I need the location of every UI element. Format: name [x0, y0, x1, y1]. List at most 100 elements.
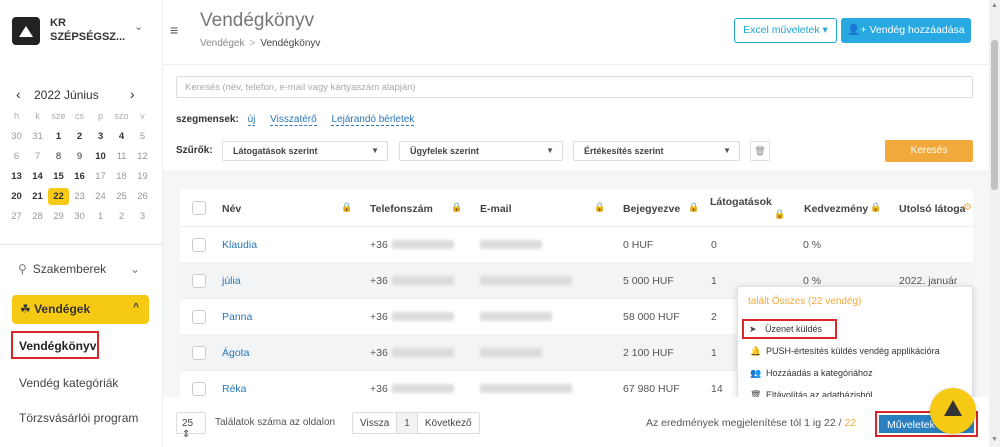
calendar-day[interactable]: 23 — [69, 188, 90, 205]
sales-filter-select[interactable]: Értékesítés szerint ▼ — [573, 141, 740, 161]
search-input[interactable]: Keresés (név, telefon, e-mail vagy kárty… — [176, 76, 973, 98]
calendar-day-today[interactable]: 22 — [48, 188, 69, 205]
calendar-day[interactable]: 13 — [6, 168, 27, 185]
calendar-day[interactable]: 15 — [48, 168, 69, 185]
calendar-day[interactable]: 11 — [111, 148, 132, 165]
calendar-day[interactable]: 29 — [48, 208, 69, 225]
calendar-day[interactable]: 26 — [132, 188, 153, 205]
calendar-day[interactable]: 12 — [132, 148, 153, 165]
cell-name[interactable]: Ágota — [222, 347, 249, 359]
lock-icon: 🔒 — [774, 209, 786, 219]
visits-filter-value: Látogatások szerint — [233, 146, 318, 156]
calendar-day[interactable]: 3 — [90, 128, 111, 145]
segment-new[interactable]: új — [247, 114, 256, 126]
column-header-discount[interactable]: Kedvezmény — [804, 203, 868, 215]
visits-filter-select[interactable]: Látogatások szerint ▼ — [222, 141, 388, 161]
calendar-day[interactable]: 4 — [111, 128, 132, 145]
calendar-day[interactable]: 14 — [27, 168, 48, 185]
cell-registered: 58 000 HUF — [623, 311, 680, 323]
row-checkbox[interactable] — [192, 346, 206, 360]
calendar-day[interactable]: 2 — [111, 208, 132, 225]
calendar-prev-icon[interactable]: ‹ — [16, 86, 21, 102]
cell-name[interactable]: júlia — [222, 275, 241, 287]
calendar-day[interactable]: 19 — [132, 168, 153, 185]
cell-visits: 2 — [711, 311, 717, 323]
scrollbar-thumb[interactable] — [991, 40, 998, 190]
lock-icon: 🔒 — [341, 202, 353, 212]
calendar-day[interactable]: 30 — [6, 128, 27, 145]
calendar-day[interactable]: 28 — [27, 208, 48, 225]
sidebar-item-guestbook[interactable]: Vendégkönyv — [11, 331, 99, 359]
add-guest-button[interactable]: 👤+ Vendég hozzáadása — [841, 18, 971, 43]
calendar-day[interactable]: 17 — [90, 168, 111, 185]
brand-switcher[interactable]: KR SZÉPSÉGSZ... ⌄ — [12, 14, 157, 50]
scroll-down-icon[interactable]: ▼ — [989, 436, 1000, 443]
calendar-day[interactable]: 1 — [48, 128, 69, 145]
cell-name[interactable]: Réka — [222, 383, 247, 395]
sidebar-item-specialists[interactable]: ⚲ Szakemberek ⌄ — [18, 262, 146, 282]
add-user-icon: 👤+ — [847, 24, 870, 36]
bell-icon: 🔔 — [750, 346, 762, 356]
calendar-day[interactable]: 6 — [6, 148, 27, 165]
next-page-button[interactable]: Következő — [418, 413, 479, 433]
calendar-day[interactable]: 9 — [69, 148, 90, 165]
row-checkbox[interactable] — [192, 310, 206, 324]
column-header-name[interactable]: Név — [222, 203, 241, 215]
app-logo-fab[interactable] — [930, 388, 976, 434]
calendar-day[interactable]: 20 — [6, 188, 27, 205]
calendar-day[interactable]: 8 — [48, 148, 69, 165]
column-header-visits[interactable]: Látogatások — [710, 196, 772, 208]
prev-page-button[interactable]: Vissza — [353, 413, 398, 433]
segment-returning[interactable]: Visszatérő — [270, 114, 317, 126]
calendar-day[interactable]: 18 — [111, 168, 132, 185]
breadcrumb-parent[interactable]: Vendégek — [200, 38, 245, 49]
search-button[interactable]: Keresés — [885, 140, 973, 162]
calendar-next-icon[interactable]: › — [130, 86, 135, 102]
calendar-day[interactable]: 25 — [111, 188, 132, 205]
send-message-item[interactable]: ➤ Üzenet küldés — [742, 319, 837, 339]
sidebar-item-categories[interactable]: Vendég kategóriák — [19, 376, 118, 390]
sidebar-item-loyalty[interactable]: Törzsvásárlói program — [19, 411, 138, 425]
calendar-day[interactable]: 16 — [69, 168, 90, 185]
calendar-day[interactable]: 10 — [90, 148, 111, 165]
calendar-day[interactable]: 7 — [27, 148, 48, 165]
chevron-up-icon: ^ — [133, 302, 139, 313]
add-to-category-item[interactable]: 👥 Hozzáadás a kategóriához — [750, 368, 873, 379]
page-number[interactable]: 1 — [397, 413, 418, 433]
calendar-day[interactable]: 24 — [90, 188, 111, 205]
header-divider — [163, 64, 989, 65]
calendar-day[interactable]: 31 — [27, 128, 48, 145]
calendar-day[interactable]: 3 — [132, 208, 153, 225]
gear-icon[interactable]: ⚙ — [963, 202, 972, 213]
cell-name[interactable]: Panna — [222, 311, 252, 323]
calendar-day[interactable]: 2 — [69, 128, 90, 145]
per-page-select[interactable]: 25 ⇕ — [176, 412, 206, 440]
segment-expiring-passes[interactable]: Lejárandó bérletek — [331, 114, 415, 126]
scroll-up-icon[interactable]: ▲ — [989, 2, 1000, 9]
column-header-last-visit[interactable]: Utolsó látoga — [899, 203, 966, 215]
calendar-day[interactable]: 21 — [27, 188, 48, 205]
hamburger-icon[interactable]: ≡ — [170, 22, 178, 38]
sidebar-item-label: Szakemberek — [32, 262, 107, 276]
clear-filters-trash-icon[interactable]: 🗑 — [750, 141, 770, 161]
cell-phone: +36 — [370, 311, 388, 323]
select-all-checkbox[interactable] — [192, 201, 206, 215]
calendar-day[interactable]: 1 — [90, 208, 111, 225]
row-checkbox[interactable] — [192, 382, 206, 396]
cell-name[interactable]: Klaudia — [222, 239, 257, 251]
calendar-day[interactable]: 5 — [132, 128, 153, 145]
page-scrollbar[interactable]: ▲ ▼ — [989, 0, 1000, 447]
row-checkbox[interactable] — [192, 238, 206, 252]
row-checkbox[interactable] — [192, 274, 206, 288]
chevron-down-icon[interactable]: ⌄ — [134, 20, 143, 33]
excel-actions-button[interactable]: Excel műveletek ▾ — [734, 18, 837, 43]
column-header-phone[interactable]: Telefonszám — [370, 203, 433, 215]
calendar-day[interactable]: 30 — [69, 208, 90, 225]
sidebar-item-guests[interactable]: ☘ Vendégek ^ — [12, 295, 149, 324]
clients-filter-select[interactable]: Ügyfelek szerint ▼ — [399, 141, 563, 161]
column-header-registered[interactable]: Bejegyezve — [623, 203, 680, 215]
push-notification-item[interactable]: 🔔 PUSH-értesítés küldés vendég applikáció… — [750, 346, 940, 357]
column-header-email[interactable]: E-mail — [480, 203, 512, 215]
table-row[interactable]: Klaudia +36 0 HUF 0 0 % — [180, 227, 973, 263]
calendar-day[interactable]: 27 — [6, 208, 27, 225]
